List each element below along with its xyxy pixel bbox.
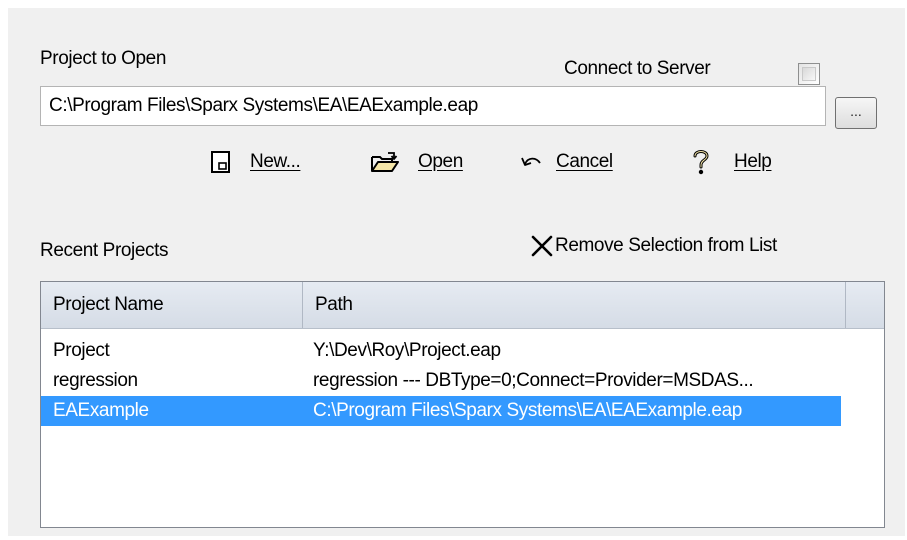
- project-to-open-label: Project to Open: [40, 48, 167, 69]
- cancel-button[interactable]: Cancel: [520, 144, 613, 180]
- project-path-cell: C:\Program Files\Sparx Systems\EA\EAExam…: [313, 400, 742, 421]
- new-button[interactable]: New...: [210, 144, 301, 180]
- remove-selection-button[interactable]: Remove Selection from List: [531, 228, 777, 264]
- remove-selection-label: Remove Selection from List: [555, 235, 777, 256]
- recent-projects-list[interactable]: Project Name Path Project Y:\Dev\Roy\Pro…: [40, 281, 885, 528]
- help-button-label: Help: [734, 151, 772, 172]
- remove-x-icon: [531, 235, 553, 257]
- open-button-label: Open: [418, 151, 463, 172]
- open-project-dialog: Project to Open Connect to Server ... Ne…: [8, 8, 905, 536]
- list-item-selected[interactable]: EAExample C:\Program Files\Sparx Systems…: [41, 396, 841, 426]
- open-folder-icon: [370, 151, 400, 173]
- list-item[interactable]: Project Y:\Dev\Roy\Project.eap: [41, 336, 841, 366]
- browse-button[interactable]: ...: [835, 97, 877, 129]
- list-item[interactable]: regression regression --- DBType=0;Conne…: [41, 366, 841, 396]
- help-button[interactable]: Help: [692, 144, 772, 180]
- recent-projects-label: Recent Projects: [40, 240, 169, 261]
- undo-arrow-icon: [520, 154, 542, 170]
- new-button-label: New...: [250, 151, 301, 172]
- help-question-icon: [692, 149, 710, 175]
- project-path-cell: Y:\Dev\Roy\Project.eap: [313, 340, 501, 361]
- cancel-button-label: Cancel: [556, 151, 613, 172]
- new-file-icon: [210, 151, 232, 173]
- project-name-cell: regression: [53, 370, 138, 391]
- project-path-input[interactable]: [40, 86, 826, 126]
- column-header-project-name[interactable]: Project Name: [41, 282, 303, 328]
- connect-to-server-label: Connect to Server: [564, 58, 711, 79]
- open-button[interactable]: Open: [370, 144, 463, 180]
- list-header: Project Name Path: [41, 282, 884, 329]
- connect-to-server-checkbox[interactable]: [798, 63, 820, 85]
- column-header-path[interactable]: Path: [303, 282, 846, 328]
- project-name-cell: EAExample: [53, 400, 149, 421]
- project-path-cell: regression --- DBType=0;Connect=Provider…: [313, 370, 754, 391]
- project-name-cell: Project: [53, 340, 110, 361]
